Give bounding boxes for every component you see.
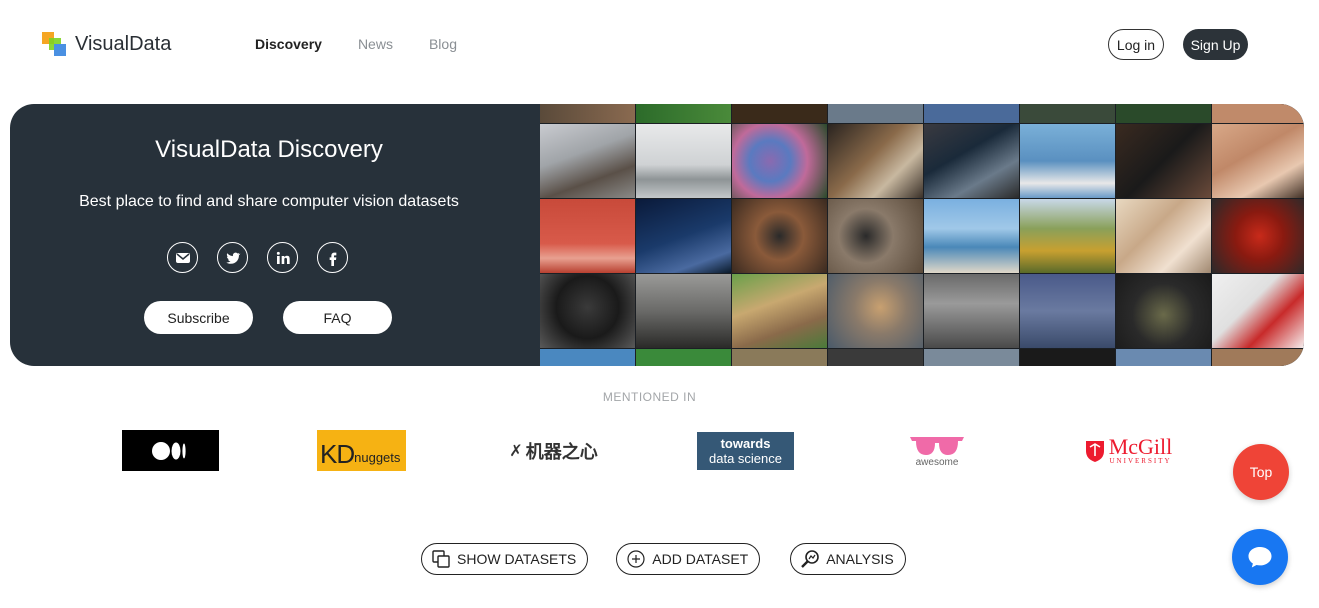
mosaic-tile	[1020, 199, 1115, 273]
mosaic-tile	[1116, 349, 1211, 366]
hero-banner: VisualData Discovery Best place to find …	[10, 104, 1304, 366]
back-to-top-button[interactable]: Top	[1233, 444, 1289, 500]
linkedin-icon[interactable]	[267, 242, 298, 273]
mcgill-logo-text: McGill	[1108, 433, 1173, 459]
email-icon[interactable]	[167, 242, 198, 273]
login-button[interactable]: Log in	[1108, 29, 1164, 60]
brand-logo-icon	[40, 30, 68, 58]
hero-title: VisualData Discovery	[155, 136, 383, 163]
show-datasets-button[interactable]: SHOW DATASETS	[421, 543, 589, 575]
mosaic-tile	[828, 274, 923, 348]
medium-logo[interactable]	[122, 430, 219, 471]
mosaic-tile	[540, 274, 635, 348]
mosaic-tile	[828, 349, 923, 366]
magnifier-chart-icon	[801, 550, 820, 568]
mentioned-in-label: MENTIONED IN	[602, 390, 697, 404]
mosaic-tile	[1020, 274, 1115, 348]
press-logos: KD nuggets ✗ 机器之心 towards data science a…	[0, 430, 1319, 472]
mosaic-tile	[636, 104, 731, 123]
mosaic-tile	[1020, 124, 1115, 198]
kdnuggets-logo-kd: KD	[320, 438, 355, 469]
nav-news[interactable]: News	[358, 36, 393, 52]
mosaic-tile	[924, 274, 1019, 348]
twitter-icon[interactable]	[217, 242, 248, 273]
sunglasses-icon	[910, 437, 964, 455]
social-links	[167, 242, 348, 273]
jiqizhixin-mark-icon: ✗	[509, 441, 523, 460]
mosaic-tile	[1116, 274, 1211, 348]
mosaic-tile	[732, 274, 827, 348]
main-nav: Discovery News Blog	[255, 36, 493, 52]
kdnuggets-logo[interactable]: KD nuggets	[317, 430, 406, 471]
mosaic-tile	[732, 349, 827, 366]
facebook-icon[interactable]	[317, 242, 348, 273]
mosaic-tile	[540, 104, 635, 123]
mcgill-logo-sub: UNIVERSITY	[1109, 456, 1172, 465]
chat-button[interactable]	[1232, 529, 1288, 585]
mosaic-tile	[1212, 274, 1304, 348]
add-dataset-label: ADD DATASET	[652, 551, 749, 567]
kdnuggets-logo-text: nuggets	[354, 450, 401, 465]
mosaic-tile	[636, 124, 731, 198]
mosaic-tile	[732, 104, 827, 123]
stack-icon	[432, 550, 450, 568]
mosaic-tile	[924, 349, 1019, 366]
mcgill-wordmark: McGill UNIVERSITY	[1108, 433, 1173, 465]
mosaic-tile	[636, 349, 731, 366]
brand-logo[interactable]: VisualData	[40, 30, 171, 58]
mosaic-tile	[924, 104, 1019, 123]
jiqizhixin-logo-text: 机器之心	[525, 441, 598, 463]
mosaic-tile	[1212, 104, 1304, 123]
towards-data-science-logo[interactable]: towards data science	[697, 432, 794, 470]
auth-buttons: Log in Sign Up	[1108, 29, 1248, 60]
mosaic-tile	[1212, 124, 1304, 198]
add-dataset-button[interactable]: ADD DATASET	[616, 543, 761, 575]
mosaic-tile	[732, 124, 827, 198]
awesome-logo-text: awesome	[915, 457, 959, 468]
chat-bubble-icon	[1248, 547, 1272, 568]
mosaic-tile	[828, 124, 923, 198]
dataset-image-mosaic	[540, 104, 1304, 366]
mosaic-tile	[1020, 104, 1115, 123]
tds-logo-line1: towards	[720, 435, 771, 451]
mosaic-tile	[636, 199, 731, 273]
hero-intro: VisualData Discovery Best place to find …	[10, 104, 540, 366]
top-header: VisualData Discovery News Blog Log in Si…	[0, 0, 1319, 90]
show-datasets-label: SHOW DATASETS	[457, 551, 577, 567]
mosaic-tile	[540, 199, 635, 273]
mosaic-tile	[828, 104, 923, 123]
mosaic-tile	[540, 124, 635, 198]
signup-button[interactable]: Sign Up	[1183, 29, 1248, 60]
mosaic-tile	[924, 199, 1019, 273]
nav-blog[interactable]: Blog	[429, 36, 457, 52]
mosaic-tile	[828, 199, 923, 273]
hero-actions: Subscribe FAQ	[144, 301, 392, 334]
mosaic-tile	[1116, 124, 1211, 198]
brand-name: VisualData	[75, 32, 172, 55]
analysis-button[interactable]: ANALYSIS	[790, 543, 906, 575]
nav-discovery[interactable]: Discovery	[255, 36, 322, 52]
tds-logo-line2: data science	[709, 450, 782, 466]
faq-button[interactable]: FAQ	[283, 301, 392, 334]
mosaic-tile	[1116, 104, 1211, 123]
mosaic-tile	[924, 124, 1019, 198]
subscribe-button[interactable]: Subscribe	[144, 301, 253, 334]
add-circle-icon	[627, 550, 645, 568]
mosaic-tile	[540, 349, 635, 366]
mosaic-tile	[636, 274, 731, 348]
mosaic-tile	[1212, 199, 1304, 273]
awesome-logo[interactable]: awesome	[907, 430, 967, 471]
mosaic-tile	[1212, 349, 1304, 366]
mosaic-tile	[1020, 349, 1115, 366]
mosaic-tile	[732, 199, 827, 273]
mcgill-crest-icon	[1085, 440, 1104, 462]
mosaic-tile	[1116, 199, 1211, 273]
dataset-actions: SHOW DATASETS ADD DATASET ANALYSIS	[421, 543, 906, 575]
hero-subtitle: Best place to find and share computer vi…	[79, 193, 459, 210]
analysis-label: ANALYSIS	[826, 551, 894, 567]
jiqizhixin-logo[interactable]: ✗ 机器之心	[506, 430, 601, 471]
mcgill-logo[interactable]: McGill UNIVERSITY	[1081, 430, 1176, 471]
